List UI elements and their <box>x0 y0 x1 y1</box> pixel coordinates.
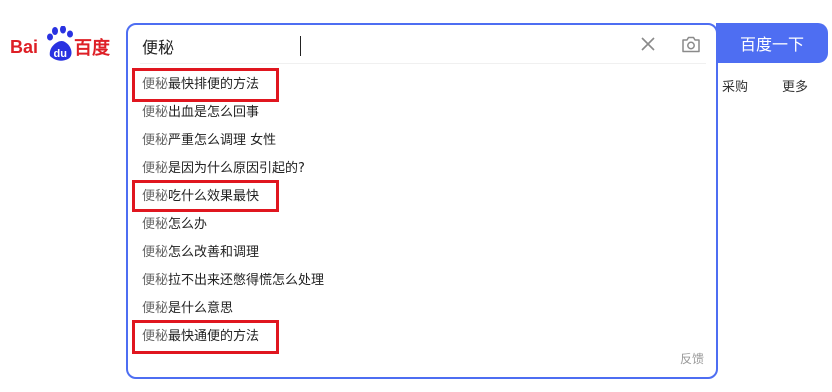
purchase-link[interactable]: 采购 <box>722 76 748 95</box>
highlight-box <box>132 180 279 212</box>
suggestion-item[interactable]: 便秘严重怎么调理 女性 <box>128 127 716 155</box>
suggestion-query: 便秘 <box>142 133 169 148</box>
suggestion-completion: 拉不出来还憋得慌怎么处理 <box>168 273 325 288</box>
more-link[interactable]: 更多 <box>782 76 808 95</box>
suggestion-query: 便秘 <box>142 161 169 176</box>
close-icon <box>641 37 655 51</box>
logo-bai-text: Bai <box>10 37 38 57</box>
baidu-search-page: Bai du 百度 便秘最快排便的方法便秘出血是怎么回事便秘严重怎么调理 女性便… <box>0 0 832 392</box>
suggestion-query: 便秘 <box>142 273 169 288</box>
camera-icon <box>682 36 700 52</box>
suggestion-item[interactable]: 便秘怎么办 <box>128 211 716 239</box>
logo-du-text: du <box>54 48 67 60</box>
baidu-logo-graphic: Bai du 百度 <box>10 26 111 61</box>
suggestion-query: 便秘 <box>142 245 169 260</box>
suggestion-completion: 怎么改善和调理 <box>168 245 260 260</box>
suggestion-item[interactable]: 便秘拉不出来还憋得慌怎么处理 <box>128 267 716 295</box>
suggestion-completion: 是什么意思 <box>168 301 234 316</box>
feedback-link[interactable]: 反馈 <box>680 350 704 367</box>
suggestion-query: 便秘 <box>142 217 169 232</box>
suggestion-completion: 出血是怎么回事 <box>168 105 260 120</box>
highlight-box <box>132 68 279 102</box>
highlight-box <box>132 320 279 354</box>
suggestion-item[interactable]: 便秘出血是怎么回事 <box>128 99 716 127</box>
suggestion-completion: 严重怎么调理 女性 <box>168 133 277 148</box>
input-divider <box>140 63 706 64</box>
suggestion-item[interactable]: 便秘是因为什么原因引起的? <box>128 155 716 183</box>
suggestion-query: 便秘 <box>142 301 169 316</box>
clear-button[interactable] <box>636 32 660 56</box>
suggestion-completion: 是因为什么原因引起的? <box>168 161 305 176</box>
suggestion-query: 便秘 <box>142 105 169 120</box>
baidu-logo[interactable]: Bai du 百度 <box>10 26 114 64</box>
text-caret <box>300 36 301 56</box>
suggestion-item[interactable]: 便秘是什么意思 <box>128 295 716 323</box>
suggestion-item[interactable]: 便秘怎么改善和调理 <box>128 239 716 267</box>
search-button[interactable]: 百度一下 <box>716 23 828 63</box>
camera-search-button[interactable] <box>678 32 704 56</box>
logo-cn-text: 百度 <box>74 37 111 59</box>
suggestion-completion: 怎么办 <box>168 217 208 232</box>
search-input[interactable] <box>142 34 612 58</box>
